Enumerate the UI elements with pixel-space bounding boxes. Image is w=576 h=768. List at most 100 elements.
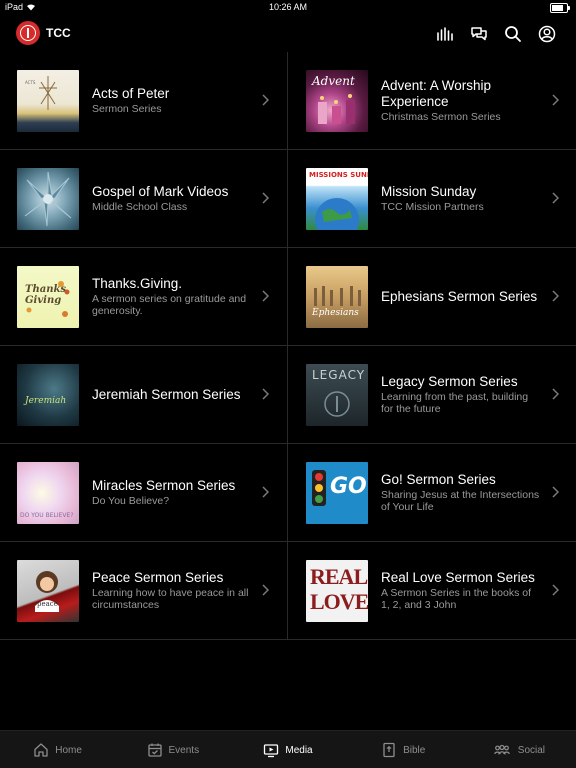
media-subtitle: Do You Believe?	[92, 495, 170, 507]
cross-graphic-icon: ACTS	[25, 76, 57, 110]
chevron-right-icon	[262, 94, 269, 106]
app-name: TCC	[46, 26, 71, 40]
media-subtitle: Learning from the past, building for the…	[381, 391, 529, 415]
media-title: Miracles Sermon Series	[92, 478, 236, 493]
media-subtitle: Sermon Series	[92, 103, 162, 115]
media-title: Jeremiah Sermon Series	[92, 386, 241, 402]
chevron-right-icon	[552, 584, 559, 596]
miracles-thumbnail: DO YOU BELIEVE?	[17, 462, 79, 524]
tab-home[interactable]: Home	[0, 731, 115, 768]
miracles-thumb-label: DO YOU BELIEVE?	[20, 512, 74, 519]
tab-label: Media	[285, 744, 313, 756]
jeremiah-thumbnail: Jeremiah	[17, 364, 79, 426]
media-grid: ACTS Acts of Peter Sermon Series Advent …	[0, 52, 576, 640]
tcc-emblem-icon	[324, 391, 350, 417]
tab-social[interactable]: Social	[461, 731, 576, 768]
media-item-advent[interactable]: Advent Advent: A Worship Experience Chri…	[289, 52, 576, 149]
jeremiah-thumb-label: Jeremiah	[25, 396, 67, 406]
character-graphic-icon	[35, 571, 59, 612]
media-title: Real Love Sermon Series	[381, 570, 535, 585]
peace-thumb-label: peace	[37, 600, 58, 608]
chevron-right-icon	[552, 94, 559, 106]
chevron-right-icon	[262, 388, 269, 400]
chevron-right-icon	[262, 584, 269, 596]
home-icon	[34, 743, 48, 757]
chevron-right-icon	[262, 290, 269, 302]
advent-thumbnail: Advent	[306, 70, 368, 132]
status-bar: iPad 10:26 AM	[0, 0, 576, 16]
media-item-real-love[interactable]: REAL LOVE Real Love Sermon Series A Serm…	[289, 542, 576, 639]
thanks-giving-thumbnail: Thanks Giving	[17, 266, 79, 328]
account-icon[interactable]	[538, 25, 556, 43]
media-row: DO YOU BELIEVE? Miracles Sermon Series D…	[0, 444, 576, 542]
media-item-thanks-giving[interactable]: Thanks Giving Thanks.Giving. A sermon se…	[0, 248, 288, 345]
tcc-logo-icon	[16, 21, 40, 45]
go-thumbnail: GO!	[306, 462, 368, 524]
app-screen: iPad 10:26 AM TCC ACTS Acts of Peter Ser…	[0, 0, 576, 768]
media-item-mission-sunday[interactable]: MISSIONS SUNDAY Mission Sunday TCC Missi…	[289, 150, 576, 247]
chevron-right-icon	[552, 486, 559, 498]
status-time: 10:26 AM	[268, 2, 308, 12]
brand[interactable]: TCC	[16, 21, 71, 45]
ruins-graphic-icon	[314, 286, 361, 306]
search-icon[interactable]	[504, 25, 522, 43]
media-item-peace[interactable]: peace Peace Sermon Series Learning how t…	[0, 542, 288, 639]
tab-label: Events	[168, 744, 200, 756]
real-love-thumb-label: REAL LOVE	[310, 564, 368, 614]
media-row: peace Peace Sermon Series Learning how t…	[0, 542, 576, 640]
media-item-legacy[interactable]: LEGACY Legacy Sermon Series Learning fro…	[289, 346, 576, 443]
media-title: Peace Sermon Series	[92, 570, 224, 585]
peace-thumbnail: peace	[17, 560, 79, 622]
media-subtitle: A sermon series on gratitude and generos…	[92, 293, 247, 317]
acts-thumb-label: ACTS	[25, 80, 36, 85]
media-subtitle: Learning how to have peace in all circum…	[92, 587, 249, 611]
people-icon	[493, 744, 510, 755]
media-item-miracles[interactable]: DO YOU BELIEVE? Miracles Sermon Series D…	[0, 444, 288, 541]
media-row: ACTS Acts of Peter Sermon Series Advent …	[0, 52, 576, 150]
chevron-right-icon	[552, 290, 559, 302]
bible-icon	[383, 742, 395, 758]
media-subtitle: Sharing Jesus at the Intersections of Yo…	[381, 489, 540, 513]
media-subtitle: Middle School Class	[92, 201, 188, 213]
tab-label: Home	[55, 744, 82, 756]
media-subtitle: A Sermon Series in the books of 1, 2, an…	[381, 587, 531, 611]
mission-sunday-thumbnail: MISSIONS SUNDAY	[306, 168, 368, 230]
battery-icon	[550, 3, 570, 13]
media-title: Go! Sermon Series	[381, 472, 496, 487]
tab-events[interactable]: Events	[115, 731, 230, 768]
calendar-icon	[147, 743, 162, 757]
top-actions	[436, 25, 556, 43]
succulent-graphic-icon	[24, 171, 72, 227]
media-item-acts-of-peter[interactable]: ACTS Acts of Peter Sermon Series	[0, 52, 288, 149]
tv-icon	[264, 744, 279, 758]
tab-media[interactable]: Media	[230, 731, 345, 768]
media-subtitle: TCC Mission Partners	[381, 201, 484, 213]
media-title: Thanks.Giving.	[92, 276, 183, 291]
media-item-gospel-of-mark[interactable]: Gospel of Mark Videos Middle School Clas…	[0, 150, 288, 247]
gospel-of-mark-thumbnail	[17, 168, 79, 230]
chevron-right-icon	[552, 388, 559, 400]
leaves-graphic-icon	[26, 281, 70, 317]
media-title: Acts of Peter	[92, 86, 170, 101]
chevron-right-icon	[262, 486, 269, 498]
ephesians-thumbnail: Ephesians	[306, 266, 368, 328]
chevron-right-icon	[552, 192, 559, 204]
legacy-thumbnail: LEGACY	[306, 364, 368, 426]
top-navigation-bar: TCC	[0, 16, 576, 52]
chat-icon[interactable]	[470, 25, 488, 43]
go-thumb-label: GO!	[330, 474, 368, 499]
media-title: Gospel of Mark Videos	[92, 184, 229, 199]
advent-thumb-label: Advent	[312, 74, 355, 88]
real-love-thumbnail: REAL LOVE	[306, 560, 368, 622]
media-row: Jeremiah Jeremiah Sermon Series LEGACY L…	[0, 346, 576, 444]
media-title: Mission Sunday	[381, 184, 477, 199]
media-row: Gospel of Mark Videos Middle School Clas…	[0, 150, 576, 248]
chevron-right-icon	[262, 192, 269, 204]
media-item-jeremiah[interactable]: Jeremiah Jeremiah Sermon Series	[0, 346, 288, 443]
acts-of-peter-thumbnail: ACTS	[17, 70, 79, 132]
media-item-ephesians[interactable]: Ephesians Ephesians Sermon Series	[289, 248, 576, 345]
media-item-go[interactable]: GO! Go! Sermon Series Sharing Jesus at t…	[289, 444, 576, 541]
media-row: Thanks Giving Thanks.Giving. A sermon se…	[0, 248, 576, 346]
tab-bible[interactable]: Bible	[346, 731, 461, 768]
equalizer-icon[interactable]	[436, 25, 454, 43]
